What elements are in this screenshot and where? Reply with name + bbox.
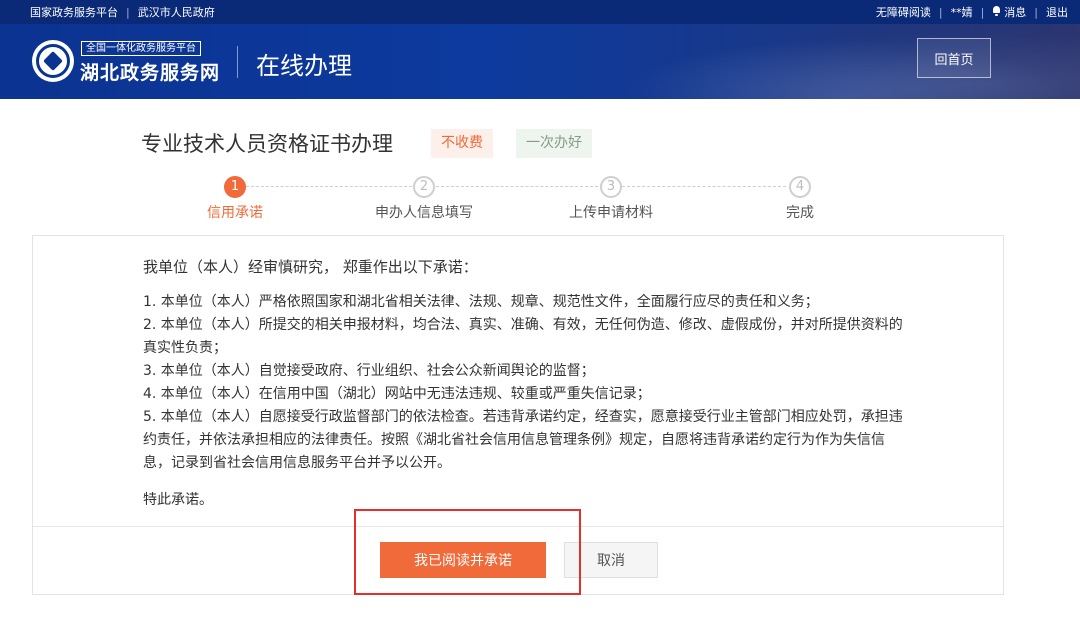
user-name-link[interactable]: **婧: [951, 4, 973, 20]
no-fee-tag: 不收费: [431, 129, 493, 158]
step-upload-materials: 3 上传申请材料: [511, 176, 711, 222]
topbar-right: 无障碍阅读 | **婧 | 消息 | 退出: [876, 4, 1068, 20]
step-label: 完成: [786, 205, 814, 221]
one-stop-tag: 一次办好: [516, 129, 592, 158]
messages-link[interactable]: 消息: [992, 4, 1026, 20]
header-divider: [237, 46, 238, 78]
separator: |: [980, 5, 985, 19]
page-title: 专业技术人员资格证书办理: [141, 132, 393, 156]
progress-steps: 1 信用承诺 2 申办人信息填写 3 上传申请材料 4 完成: [140, 176, 900, 221]
cancel-button[interactable]: 取消: [564, 542, 658, 578]
commitment-item: 1. 本单位（本人）严格依照国家和湖北省相关法律、法规、规章、规范性文件，全面履…: [143, 294, 819, 310]
step-number: 3: [600, 176, 622, 198]
link-wuhan-government[interactable]: 武汉市人民政府: [138, 4, 215, 20]
step-applicant-info: 2 申办人信息填写: [324, 176, 524, 222]
bell-icon: [992, 6, 1001, 16]
top-utility-bar: 国家政务服务平台 | 武汉市人民政府 无障碍阅读 | **婧 | 消息 | 退出: [0, 0, 1080, 24]
separator: |: [938, 5, 943, 19]
site-header: 全国一体化政务服务平台 湖北政务服务网 在线办理 回首页: [0, 24, 1080, 99]
separator: |: [1034, 5, 1038, 19]
agree-commit-button[interactable]: 我已阅读并承诺: [380, 542, 546, 578]
commitment-item: 5. 本单位（本人）自愿接受行政监督部门的依法检查。若违背承诺约定，经查实，愿意…: [143, 409, 903, 471]
messages-label: 消息: [1004, 6, 1027, 19]
topbar-left: 国家政务服务平台 | 武汉市人民政府: [30, 4, 215, 20]
step-number: 1: [224, 176, 246, 198]
commitment-items: 1. 本单位（本人）严格依照国家和湖北省相关法律、法规、规章、规范性文件，全面履…: [143, 291, 903, 475]
hubei-logo-icon[interactable]: [32, 40, 74, 82]
commitment-item: 2. 本单位（本人）所提交的相关申报材料，均合法、真实、准确、有效，无任何伪造、…: [143, 317, 903, 356]
commitment-closing: 特此承诺。: [143, 492, 213, 508]
step-number: 4: [789, 176, 811, 198]
commitment-item: 3. 本单位（本人）自觉接受政府、行业组织、社会公众新闻舆论的监督；: [143, 363, 595, 379]
logo-subtitle: 全国一体化政务服务平台: [81, 41, 201, 56]
header-background-image: [560, 24, 1080, 99]
home-button[interactable]: 回首页: [917, 38, 991, 78]
link-national-platform[interactable]: 国家政务服务平台: [30, 4, 118, 20]
commitment-item: 4. 本单位（本人）在信用中国（湖北）网站中无违法违规、较重或严重失信记录；: [143, 386, 651, 402]
panel-divider: [33, 526, 1003, 527]
step-label: 上传申请材料: [569, 205, 653, 221]
step-credit-commitment: 1 信用承诺: [135, 176, 335, 222]
accessible-reading-link[interactable]: 无障碍阅读: [876, 4, 931, 20]
step-complete: 4 完成: [700, 176, 900, 222]
commitment-intro: 我单位（本人）经审慎研究， 郑重作出以下承诺：: [143, 258, 478, 276]
commitment-panel: 我单位（本人）经审慎研究， 郑重作出以下承诺： 1. 本单位（本人）严格依照国家…: [32, 235, 1004, 595]
step-label: 申办人信息填写: [375, 205, 473, 221]
step-number: 2: [413, 176, 435, 198]
logout-link[interactable]: 退出: [1046, 4, 1068, 20]
logo-title[interactable]: 湖北政务服务网: [80, 58, 220, 85]
separator: |: [126, 5, 130, 19]
step-label: 信用承诺: [207, 205, 263, 221]
section-title: 在线办理: [256, 52, 352, 80]
